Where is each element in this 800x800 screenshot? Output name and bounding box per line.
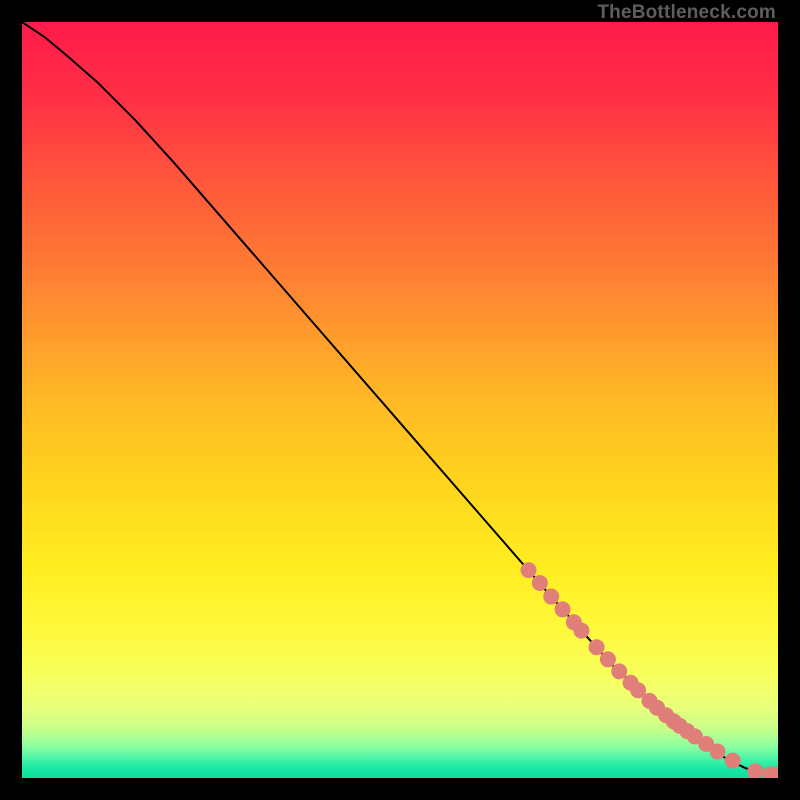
gradient-background (22, 22, 778, 778)
data-point (521, 562, 537, 578)
data-point (710, 744, 726, 760)
data-point (555, 601, 571, 617)
attribution-text: TheBottleneck.com (597, 2, 776, 24)
data-point (725, 753, 741, 769)
data-point (589, 639, 605, 655)
data-point (543, 589, 559, 605)
data-point (532, 575, 548, 591)
data-point (573, 623, 589, 639)
chart-frame (22, 22, 778, 778)
data-point (600, 651, 616, 667)
data-point (611, 663, 627, 679)
chart-plot (22, 22, 778, 778)
